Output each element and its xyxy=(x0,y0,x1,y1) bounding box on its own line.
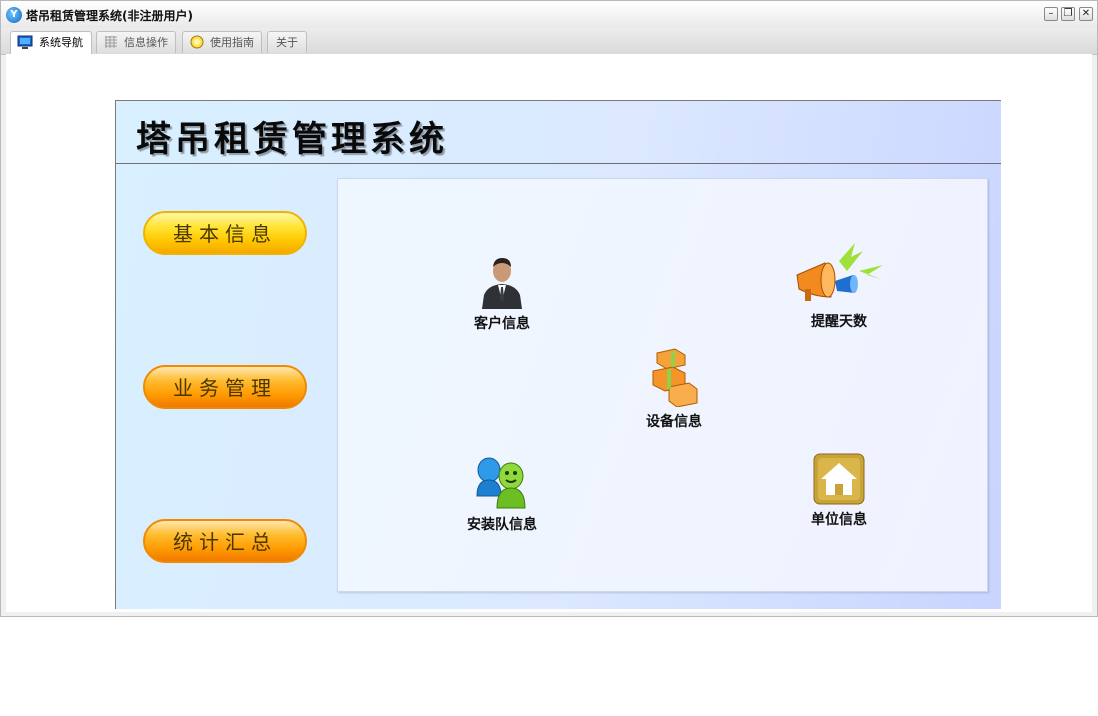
house-icon xyxy=(813,453,865,505)
basic-info-button[interactable]: 基本信息 xyxy=(143,211,307,255)
close-button[interactable]: ✕ xyxy=(1079,7,1093,21)
customer-info-item[interactable]: 客户信息 xyxy=(442,255,562,333)
company-info-item[interactable]: 单位信息 xyxy=(779,453,899,529)
guide-icon xyxy=(190,35,204,49)
grid-icon xyxy=(105,36,117,48)
tab-info-operation[interactable]: 信息操作 xyxy=(96,31,176,53)
title-bar[interactable]: Y 塔吊租赁管理系统(非注册用户) – ❐ ✕ xyxy=(1,1,1097,29)
item-label: 提醒天数 xyxy=(811,314,867,330)
window-title: 塔吊租赁管理系统(非注册用户) xyxy=(26,9,193,23)
main-panel: 塔吊租赁管理系统 基本信息 业务管理 统计汇总 客户信息 提醒天数 设备信息 安… xyxy=(115,100,1001,609)
tab-system-navigation[interactable]: 系统导航 xyxy=(10,31,92,54)
panel-header: 塔吊租赁管理系统 xyxy=(116,101,1001,164)
tab-about[interactable]: 关于 xyxy=(267,31,307,53)
restore-button[interactable]: ❐ xyxy=(1061,7,1075,21)
install-team-item[interactable]: 安装队信息 xyxy=(442,450,562,534)
tab-label: 使用指南 xyxy=(210,36,254,49)
tab-bar: 系统导航 信息操作 使用指南 关于 xyxy=(1,28,1097,55)
item-label: 单位信息 xyxy=(811,512,867,528)
app-logo-icon: Y xyxy=(6,7,22,23)
item-label: 客户信息 xyxy=(474,316,530,332)
tab-label: 信息操作 xyxy=(124,36,168,49)
boxes-icon xyxy=(652,348,698,407)
minimize-button[interactable]: – xyxy=(1044,7,1058,21)
business-management-button[interactable]: 业务管理 xyxy=(143,365,307,409)
system-title: 塔吊租赁管理系统 xyxy=(136,119,449,160)
tab-label: 系统导航 xyxy=(39,36,83,49)
monitor-icon xyxy=(17,35,33,49)
function-panel: 客户信息 提醒天数 设备信息 安装队信息 单位信息 xyxy=(337,178,988,592)
customer-icon xyxy=(482,258,522,309)
statistics-summary-button[interactable]: 统计汇总 xyxy=(143,519,307,563)
megaphone-icon xyxy=(796,243,883,301)
reminder-days-item[interactable]: 提醒天数 xyxy=(779,237,899,331)
item-label: 设备信息 xyxy=(646,414,702,430)
item-label: 安装队信息 xyxy=(467,517,537,533)
tab-label: 关于 xyxy=(276,36,298,49)
equipment-info-item[interactable]: 设备信息 xyxy=(614,347,734,431)
team-icon xyxy=(476,457,526,509)
tab-user-guide[interactable]: 使用指南 xyxy=(182,31,262,53)
